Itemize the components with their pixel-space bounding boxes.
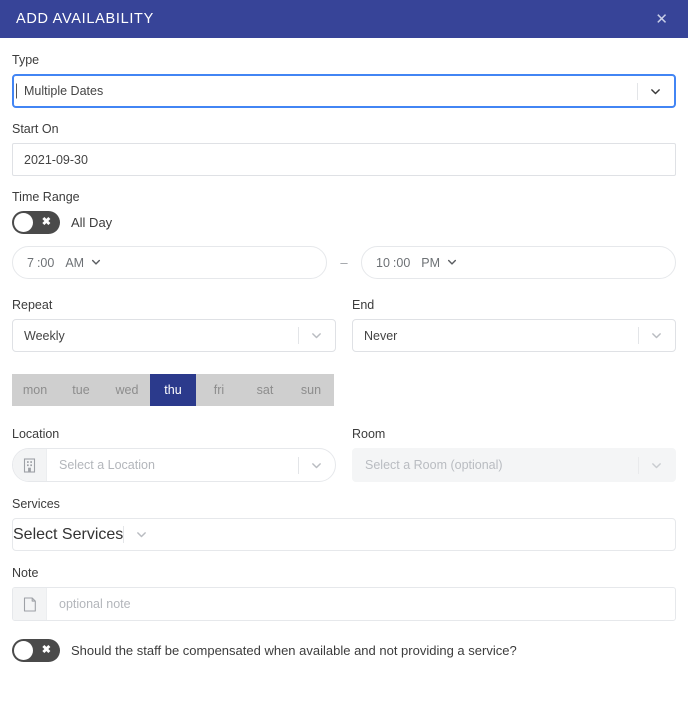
note-icon <box>13 588 47 620</box>
day-mon[interactable]: mon <box>12 374 58 406</box>
location-select[interactable]: Select a Location <box>12 448 336 482</box>
repeat-end-row: Repeat Weekly End Never <box>12 297 676 352</box>
chevron-down-icon[interactable] <box>311 330 322 341</box>
note-input[interactable]: optional note <box>12 587 676 621</box>
all-day-toggle-row: ✖ All Day <box>12 211 676 234</box>
compensation-label: Should the staff be compensated when ava… <box>71 643 517 658</box>
start-time-chevron-down-icon[interactable] <box>91 257 102 268</box>
start-time-hour[interactable]: 7 <box>27 256 34 270</box>
start-on-label: Start On <box>12 122 59 136</box>
end-select[interactable]: Never <box>352 319 676 352</box>
end-value: Never <box>364 328 398 343</box>
start-time-field[interactable]: 7 :00 AM <box>12 246 327 279</box>
compensation-toggle-row: ✖ Should the staff be compensated when a… <box>12 639 676 662</box>
modal-header: ADD AVAILABILITY ✕ <box>0 0 688 38</box>
field-note: Note optional note <box>12 565 676 621</box>
field-type: Type Multiple Dates <box>12 52 676 108</box>
repeat-value: Weekly <box>24 328 65 343</box>
type-value: Multiple Dates <box>14 84 637 98</box>
toggle-knob <box>14 641 33 660</box>
field-divider <box>638 327 639 344</box>
time-range-row: 7 :00 AM – 10 :00 PM <box>12 246 676 279</box>
day-sat[interactable]: sat <box>242 374 288 406</box>
type-label: Type <box>12 53 40 67</box>
services-placeholder: Select Services <box>13 525 124 543</box>
repeat-select[interactable]: Weekly <box>12 319 336 352</box>
room-label: Room <box>352 427 386 441</box>
location-body[interactable]: Select a Location <box>47 449 335 481</box>
day-sun[interactable]: sun <box>288 374 334 406</box>
field-divider <box>637 82 638 100</box>
end-label: End <box>352 298 375 312</box>
room-select: Select a Room (optional) <box>352 448 676 482</box>
services-select[interactable]: Select Services <box>12 518 676 551</box>
end-time-minute[interactable]: :00 <box>393 256 410 270</box>
end-time-meridiem[interactable]: PM <box>421 256 440 270</box>
chevron-down-icon <box>651 460 662 471</box>
note-body[interactable]: optional note <box>47 588 675 620</box>
start-on-value: 2021-09-30 <box>24 152 88 167</box>
start-on-input[interactable]: 2021-09-30 <box>12 143 676 176</box>
building-icon <box>13 449 47 481</box>
day-fri[interactable]: fri <box>196 374 242 406</box>
page-title: ADD AVAILABILITY <box>16 11 154 27</box>
note-placeholder: optional note <box>59 597 131 611</box>
chevron-down-icon[interactable] <box>651 330 662 341</box>
start-time-meridiem[interactable]: AM <box>65 256 84 270</box>
field-repeat: Repeat Weekly <box>12 297 336 352</box>
toggle-off-icon: ✖ <box>41 644 51 656</box>
day-of-week-picker: mon tue wed thu fri sat sun <box>12 374 334 406</box>
field-divider <box>298 327 299 344</box>
close-icon[interactable]: ✕ <box>649 8 674 31</box>
end-time-hour[interactable]: 10 <box>376 256 390 270</box>
end-time-chevron-down-icon[interactable] <box>447 257 458 268</box>
location-label: Location <box>12 427 60 441</box>
services-label: Services <box>12 497 60 511</box>
day-thu[interactable]: thu <box>150 374 196 406</box>
type-select[interactable]: Multiple Dates <box>12 74 676 108</box>
end-time-field[interactable]: 10 :00 PM <box>361 246 676 279</box>
note-label: Note <box>12 566 39 580</box>
field-time-range: Time Range ✖ All Day 7 :00 AM – 10 :00 P… <box>12 189 676 279</box>
start-time-minute[interactable]: :00 <box>37 256 54 270</box>
field-divider <box>298 456 299 474</box>
chevron-down-icon[interactable] <box>136 529 147 540</box>
chevron-down-icon[interactable] <box>650 86 661 97</box>
toggle-knob <box>14 213 33 232</box>
all-day-label: All Day <box>71 215 113 230</box>
field-divider <box>123 526 125 543</box>
location-placeholder: Select a Location <box>59 458 155 472</box>
location-room-row: Location Select a Location Room Select a… <box>12 426 676 482</box>
field-end: End Never <box>352 297 676 352</box>
time-range-separator: – <box>340 255 348 270</box>
modal-body: Type Multiple Dates Start On 2021-09-30 … <box>0 38 688 662</box>
field-location: Location Select a Location <box>12 426 336 482</box>
day-tue[interactable]: tue <box>58 374 104 406</box>
compensation-toggle[interactable]: ✖ <box>12 639 60 662</box>
toggle-off-icon: ✖ <box>41 216 51 228</box>
time-range-label: Time Range <box>12 190 80 204</box>
day-wed[interactable]: wed <box>104 374 150 406</box>
field-room: Room Select a Room (optional) <box>352 426 676 482</box>
field-divider <box>638 456 639 474</box>
all-day-toggle[interactable]: ✖ <box>12 211 60 234</box>
room-placeholder: Select a Room (optional) <box>365 458 503 472</box>
field-services: Services Select Services <box>12 496 676 551</box>
chevron-down-icon[interactable] <box>311 460 322 471</box>
repeat-label: Repeat <box>12 298 53 312</box>
field-start-on: Start On 2021-09-30 <box>12 121 676 176</box>
